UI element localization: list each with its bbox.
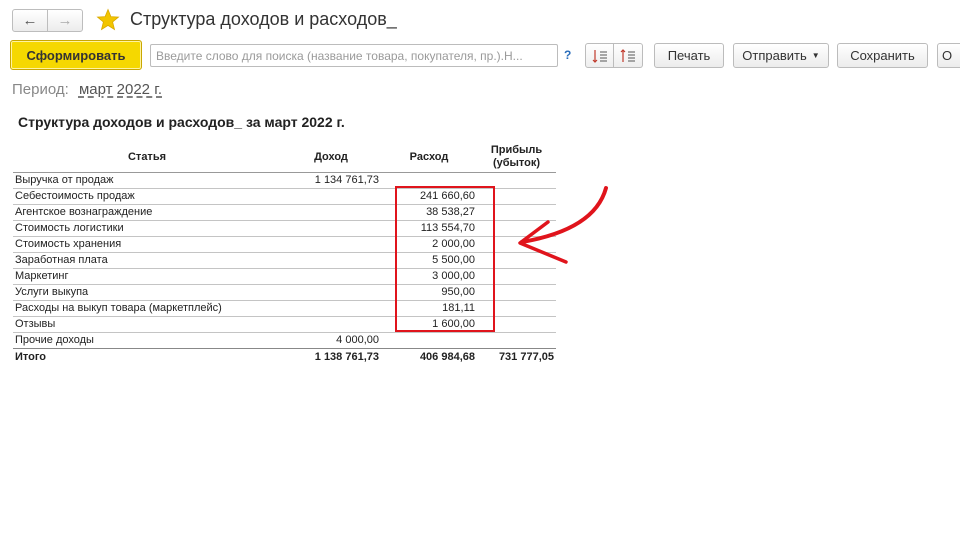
total-income: 1 138 761,73 <box>314 351 379 363</box>
row-name: Стоимость хранения <box>15 238 122 250</box>
forward-button[interactable]: → <box>47 9 83 32</box>
row-income <box>281 189 381 204</box>
report-total-row: Итого 1 138 761,73 406 984,68 731 777,05 <box>13 348 556 364</box>
send-button[interactable]: Отправить ▼ <box>733 43 829 68</box>
row-income <box>281 285 381 300</box>
column-header-profit: Прибыль (убыток) <box>490 144 543 169</box>
arrow-left-icon: ← <box>22 12 38 29</box>
row-income <box>281 221 381 236</box>
row-name: Стоимость логистики <box>15 222 124 234</box>
row-income <box>281 301 381 316</box>
row-expense <box>381 333 477 348</box>
total-profit: 731 777,05 <box>498 351 554 363</box>
row-profit <box>477 333 556 348</box>
row-income <box>281 269 381 284</box>
report-header: Статья Доход Расход Прибыль (убыток) <box>13 142 556 173</box>
row-name: Отзывы <box>15 318 56 330</box>
table-row: Прочие доходы 4 000,00 <box>13 333 556 349</box>
title-bar: ← → Структура доходов и расходов_ <box>0 0 960 38</box>
page-title: Структура доходов и расходов_ <box>130 9 397 29</box>
back-button[interactable]: ← <box>12 9 48 32</box>
row-name: Выручка от продаж <box>15 174 114 186</box>
toolbar: Сформировать ? Печать От <box>0 40 960 72</box>
sort-ascending-icon <box>592 49 607 63</box>
help-icon[interactable]: ? <box>564 48 571 62</box>
report-title: Структура доходов и расходов_ за март 20… <box>18 114 345 130</box>
period: Период: март 2022 г. <box>12 81 162 98</box>
row-name: Прочие доходы <box>15 334 94 346</box>
row-income <box>281 205 381 220</box>
row-name: Заработная плата <box>15 254 108 266</box>
column-header-name: Статья <box>127 150 167 163</box>
sort-buttons <box>585 43 643 68</box>
row-income <box>281 253 381 268</box>
row-name: Агентское вознаграждение <box>15 206 153 218</box>
column-header-expense: Расход <box>409 150 449 163</box>
column-header-income: Доход <box>314 150 348 163</box>
sort-descending-icon <box>620 48 635 62</box>
period-label: Период: <box>12 81 69 98</box>
total-expense: 406 984,68 <box>419 351 475 363</box>
sort-descending-button[interactable] <box>614 43 643 68</box>
sort-ascending-button[interactable] <box>585 43 614 68</box>
more-button[interactable]: О <box>937 43 960 68</box>
period-value-link[interactable]: март 2022 г. <box>79 81 162 98</box>
row-name: Расходы на выкуп товара (маркетплейс) <box>15 302 222 314</box>
expense-highlight-box <box>395 186 495 332</box>
row-name: Себестоимость продаж <box>15 190 135 202</box>
save-button[interactable]: Сохранить <box>837 43 928 68</box>
search-input[interactable] <box>150 44 558 67</box>
row-income: 1 134 761,73 <box>314 174 379 186</box>
caret-down-icon: ▼ <box>811 51 820 60</box>
generate-button[interactable]: Сформировать <box>10 40 142 70</box>
arrow-right-icon: → <box>57 12 73 29</box>
row-income: 4 000,00 <box>336 334 379 346</box>
send-button-label: Отправить <box>742 48 807 63</box>
print-button[interactable]: Печать <box>654 43 724 68</box>
row-name: Услуги выкупа <box>15 286 89 298</box>
annotation-arrow-icon <box>518 186 608 264</box>
row-income <box>281 237 381 252</box>
total-name: Итого <box>15 351 47 363</box>
favorite-star-icon[interactable] <box>96 8 120 32</box>
row-name: Маркетинг <box>15 270 69 282</box>
row-income <box>281 317 381 332</box>
